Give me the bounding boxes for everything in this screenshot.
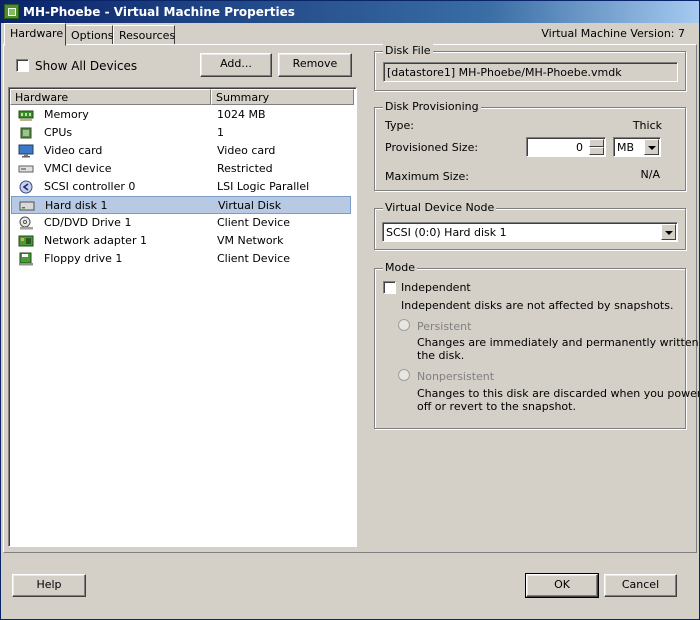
hardware-summary: Client Device xyxy=(217,252,290,265)
list-item-cpus[interactable]: CPUs 1 xyxy=(11,124,351,142)
list-item-video-card[interactable]: Video card Video card xyxy=(11,142,351,160)
show-all-devices-checkbox[interactable] xyxy=(16,59,29,72)
size-unit-dropdown[interactable]: MB xyxy=(613,137,661,157)
persistent-label: Persistent xyxy=(417,320,472,333)
memory-icon xyxy=(18,110,34,121)
disk-file-field[interactable]: [datastore1] MH-Phoebe/MH-Phoebe.vmdk xyxy=(383,62,678,82)
floppy-drive-icon xyxy=(19,252,33,266)
tab-resources[interactable]: Resources xyxy=(113,25,175,45)
independent-checkbox[interactable] xyxy=(383,281,396,294)
disk-file-group: Disk File [datastore1] MH-Phoebe/MH-Phoe… xyxy=(374,44,686,91)
disk-file-path: [datastore1] MH-Phoebe/MH-Phoebe.vmdk xyxy=(387,66,622,79)
nonpersistent-description-line-1: Changes to this disk are discarded when … xyxy=(417,387,700,400)
hardware-name: SCSI controller 0 xyxy=(44,180,136,193)
hardware-name: CD/DVD Drive 1 xyxy=(44,216,132,229)
hardware-summary: Client Device xyxy=(217,216,290,229)
type-label: Type: xyxy=(385,119,414,132)
hard-disk-icon xyxy=(19,201,35,211)
disk-provisioning-group: Disk Provisioning Type: Thick Provisione… xyxy=(374,100,686,191)
tab-hardware[interactable]: Hardware xyxy=(4,23,66,46)
show-all-devices-label: Show All Devices xyxy=(35,59,138,73)
window-title: MH-Phoebe - Virtual Machine Properties xyxy=(23,5,295,19)
cpu-icon xyxy=(20,127,32,139)
hardware-name: Network adapter 1 xyxy=(44,234,147,247)
persistent-radio[interactable] xyxy=(398,319,410,331)
add-button[interactable]: Add... xyxy=(200,53,272,77)
hardware-name: Memory xyxy=(44,108,89,121)
hardware-summary: VM Network xyxy=(217,234,284,247)
chevron-down-icon[interactable] xyxy=(644,139,659,155)
hardware-name: Hard disk 1 xyxy=(45,199,108,212)
column-header-hardware[interactable]: Hardware xyxy=(10,89,211,105)
virtual-device-node-group: Virtual Device Node SCSI (0:0) Hard disk… xyxy=(374,201,686,250)
list-item-cd-dvd-drive[interactable]: CD/DVD Drive 1 Client Device xyxy=(11,214,351,232)
vm-app-icon xyxy=(4,4,19,19)
chevron-down-icon[interactable] xyxy=(661,224,676,240)
disk-file-label: Disk File xyxy=(383,44,433,57)
independent-label: Independent xyxy=(401,281,471,294)
hardware-name: Video card xyxy=(44,144,103,157)
cd-drive-icon xyxy=(19,216,33,230)
mode-group: Mode Independent Independent disks are n… xyxy=(374,261,699,429)
hardware-summary: 1 xyxy=(217,126,224,139)
provisioned-size-value: 0 xyxy=(576,141,583,154)
nonpersistent-radio[interactable] xyxy=(398,369,410,381)
hardware-summary: LSI Logic Parallel xyxy=(217,180,310,193)
hardware-summary: Restricted xyxy=(217,162,273,175)
hardware-summary: 1024 MB xyxy=(217,108,266,121)
list-item-scsi-controller[interactable]: SCSI controller 0 LSI Logic Parallel xyxy=(11,178,351,196)
size-unit-value: MB xyxy=(617,141,635,154)
device-icon xyxy=(18,165,34,173)
persistent-description-line-1: Changes are immediately and permanently … xyxy=(417,336,700,349)
vm-version-label: Virtual Machine Version: 7 xyxy=(541,27,685,40)
tab-options[interactable]: Options xyxy=(65,25,113,45)
column-header-summary[interactable]: Summary xyxy=(211,89,354,105)
maximum-size-label: Maximum Size: xyxy=(385,170,469,183)
hardware-name: Floppy drive 1 xyxy=(44,252,123,265)
spin-down-button[interactable] xyxy=(589,147,604,155)
scsi-controller-icon xyxy=(19,180,33,194)
cancel-button[interactable]: Cancel xyxy=(604,574,677,597)
hardware-name: VMCI device xyxy=(44,162,112,175)
independent-description: Independent disks are not affected by sn… xyxy=(401,299,674,312)
list-item-network-adapter[interactable]: Network adapter 1 VM Network xyxy=(11,232,351,250)
mode-label: Mode xyxy=(383,261,417,274)
ok-button[interactable]: OK xyxy=(525,573,599,598)
type-value: Thick xyxy=(632,119,662,132)
list-item-hard-disk[interactable]: Hard disk 1 Virtual Disk xyxy=(11,196,351,214)
virtual-device-node-value: SCSI (0:0) Hard disk 1 xyxy=(386,226,507,239)
maximum-size-value: N/A xyxy=(640,168,660,181)
virtual-device-node-dropdown[interactable]: SCSI (0:0) Hard disk 1 xyxy=(382,222,678,242)
list-item-memory[interactable]: Memory 1024 MB xyxy=(11,106,351,124)
disk-provisioning-label: Disk Provisioning xyxy=(383,100,481,113)
help-button[interactable]: Help xyxy=(12,574,86,597)
list-item-floppy-drive[interactable]: Floppy drive 1 Client Device xyxy=(11,250,351,268)
virtual-device-node-label: Virtual Device Node xyxy=(383,201,497,214)
spin-up-button[interactable] xyxy=(589,139,604,147)
properties-window: MH-Phoebe - Virtual Machine Properties H… xyxy=(0,0,700,620)
provisioned-size-spinner[interactable]: 0 xyxy=(526,137,606,157)
list-item-vmci-device[interactable]: VMCI device Restricted xyxy=(11,160,351,178)
hardware-summary: Virtual Disk xyxy=(218,199,282,212)
nonpersistent-label: Nonpersistent xyxy=(417,370,495,383)
monitor-icon xyxy=(18,144,34,158)
hardware-name: CPUs xyxy=(44,126,73,139)
provisioned-size-label: Provisioned Size: xyxy=(385,141,479,154)
network-adapter-icon xyxy=(18,235,34,247)
persistent-description-line-2: the disk. xyxy=(417,349,465,362)
hardware-summary: Video card xyxy=(217,144,276,157)
nonpersistent-description-line-2: off or revert to the snapshot. xyxy=(417,400,576,413)
hardware-list[interactable]: Hardware Summary Memory 1024 MB CPUs 1 V… xyxy=(8,87,357,547)
title-bar[interactable]: MH-Phoebe - Virtual Machine Properties xyxy=(1,1,699,23)
remove-button[interactable]: Remove xyxy=(278,53,352,77)
